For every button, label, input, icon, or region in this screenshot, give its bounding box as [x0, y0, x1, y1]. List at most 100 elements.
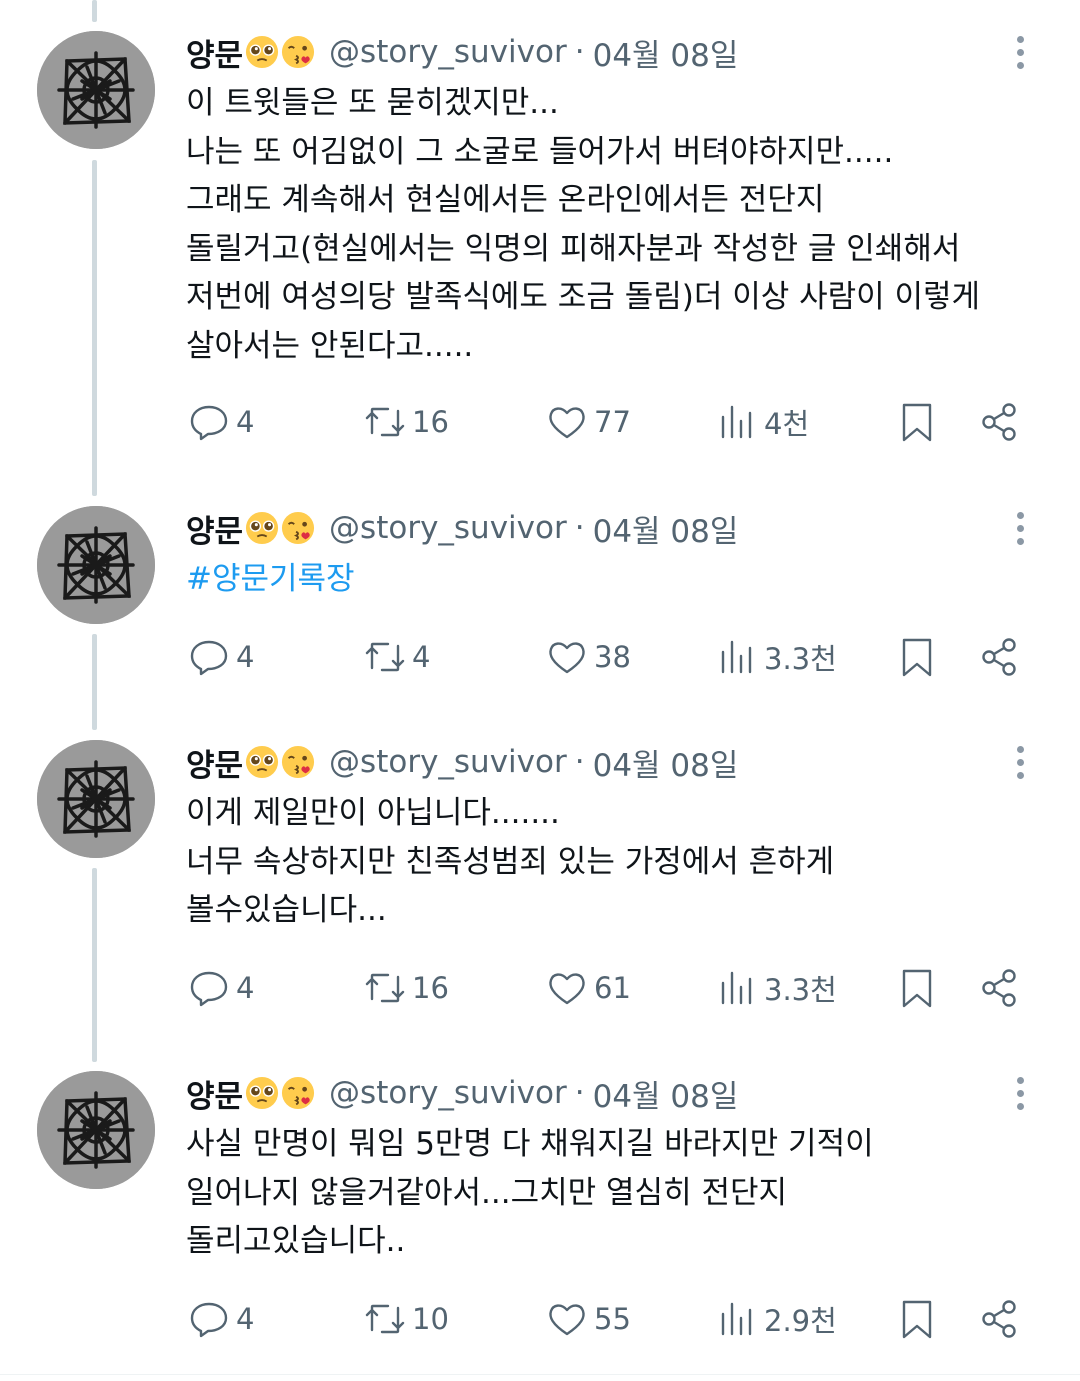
more-icon[interactable]	[1004, 27, 1036, 77]
bookmark-button[interactable]	[896, 633, 938, 681]
retweet-button[interactable]: 10	[364, 1295, 449, 1343]
tweet-date[interactable]: 04월 08일	[593, 30, 739, 75]
kiss-face-emoji	[281, 35, 315, 69]
views-icon	[721, 1302, 752, 1336]
views-button[interactable]: 3.3천	[716, 633, 837, 681]
pleading-face-emoji	[245, 1076, 279, 1110]
share-button[interactable]	[978, 964, 1020, 1012]
retweet-icon	[365, 407, 405, 437]
reply-icon	[190, 1302, 228, 1338]
like-button[interactable]: 55	[546, 1295, 631, 1343]
retweet-icon	[365, 973, 405, 1003]
like-icon	[549, 1304, 585, 1336]
views-count: 2.9천	[764, 1304, 837, 1338]
separator-dot: ·	[574, 34, 585, 70]
reply-count: 4	[236, 405, 255, 439]
share-button[interactable]	[978, 398, 1020, 446]
retweet-icon	[365, 1304, 405, 1334]
retweet-button[interactable]: 4	[364, 633, 430, 681]
views-icon	[721, 405, 752, 439]
retweet-button[interactable]: 16	[364, 398, 449, 446]
pleading-face-emoji	[245, 35, 279, 69]
divider	[0, 1374, 1080, 1375]
tweet-actions: 4 16 77 4천	[0, 398, 1080, 446]
views-button[interactable]: 3.3천	[716, 964, 837, 1012]
tweet-date[interactable]: 04월 08일	[593, 506, 739, 551]
share-button[interactable]	[978, 1295, 1020, 1343]
tweet-text: 이 트윗들은 또 묻히겠지만... 나는 또 어김없이 그 소굴로 들어가서 버…	[186, 85, 981, 364]
display-name[interactable]: 양문	[186, 30, 243, 75]
separator-dot: ·	[574, 744, 585, 780]
kiss-face-emoji	[281, 1076, 315, 1110]
display-name[interactable]: 양문	[186, 1071, 243, 1116]
user-handle[interactable]: @story_suvivor	[329, 510, 567, 546]
like-icon	[549, 642, 585, 674]
retweet-count: 16	[412, 971, 449, 1005]
reply-button[interactable]: 4	[188, 964, 254, 1012]
like-count: 77	[594, 405, 631, 439]
kiss-face-emoji	[281, 745, 315, 779]
tweet-actions: 4 10 55 2.9천	[0, 1295, 1080, 1343]
bookmark-button[interactable]	[896, 1295, 938, 1343]
views-button[interactable]: 4천	[716, 398, 809, 446]
avatar[interactable]	[37, 740, 155, 858]
views-button[interactable]: 2.9천	[716, 1295, 837, 1343]
share-icon	[982, 403, 1016, 441]
like-icon	[549, 407, 585, 439]
avatar[interactable]	[37, 31, 155, 149]
reply-icon	[190, 640, 228, 676]
kiss-face-emoji	[281, 511, 315, 545]
retweet-count: 4	[412, 640, 431, 674]
separator-dot: ·	[574, 510, 585, 546]
reply-icon	[190, 971, 228, 1007]
views-icon	[721, 640, 752, 674]
tweet[interactable]: 양문 @story_suvivor · 04월 08일 #양문기록장 4 4 3…	[0, 480, 1080, 710]
user-handle[interactable]: @story_suvivor	[329, 34, 567, 70]
share-icon	[982, 638, 1016, 676]
retweet-count: 10	[412, 1302, 449, 1336]
like-count: 61	[594, 971, 631, 1005]
reply-icon	[190, 405, 228, 441]
avatar[interactable]	[37, 1071, 155, 1189]
retweet-icon	[365, 642, 405, 672]
bookmark-button[interactable]	[896, 398, 938, 446]
tweet[interactable]: 양문 @story_suvivor · 04월 08일 이 트윗들은 또 묻히겠…	[0, 0, 1080, 480]
like-button[interactable]: 38	[546, 633, 631, 681]
tweet-actions: 4 16 61 3.3천	[0, 964, 1080, 1012]
bookmark-icon	[902, 403, 932, 442]
tweet-header: 양문 @story_suvivor · 04월 08일	[186, 1068, 738, 1118]
display-name[interactable]: 양문	[186, 740, 243, 785]
user-handle[interactable]: @story_suvivor	[329, 744, 567, 780]
retweet-count: 16	[412, 405, 449, 439]
more-icon[interactable]	[1004, 503, 1036, 553]
reply-button[interactable]: 4	[188, 633, 254, 681]
tweet-date[interactable]: 04월 08일	[593, 1071, 739, 1116]
tweet-header: 양문 @story_suvivor · 04월 08일	[186, 737, 738, 787]
separator-dot: ·	[574, 1075, 585, 1111]
pleading-face-emoji	[245, 745, 279, 779]
bookmark-icon	[902, 969, 932, 1008]
tweet[interactable]: 양문 @story_suvivor · 04월 08일 사실 만명이 뭐임 5만…	[0, 1040, 1080, 1374]
bookmark-icon	[902, 638, 932, 677]
reply-button[interactable]: 4	[188, 398, 254, 446]
like-button[interactable]: 61	[546, 964, 631, 1012]
reply-button[interactable]: 4	[188, 1295, 254, 1343]
more-icon[interactable]	[1004, 1068, 1036, 1118]
display-name[interactable]: 양문	[186, 506, 243, 551]
share-icon	[982, 1300, 1016, 1338]
like-icon	[549, 973, 585, 1005]
share-button[interactable]	[978, 633, 1020, 681]
like-button[interactable]: 77	[546, 398, 631, 446]
retweet-button[interactable]: 16	[364, 964, 449, 1012]
user-handle[interactable]: @story_suvivor	[329, 1075, 567, 1111]
more-icon[interactable]	[1004, 737, 1036, 787]
reply-count: 4	[236, 971, 255, 1005]
avatar[interactable]	[37, 506, 155, 624]
share-icon	[982, 969, 1016, 1007]
hashtag-link[interactable]: #양문기록장	[186, 555, 1056, 604]
pleading-face-emoji	[245, 511, 279, 545]
views-count: 4천	[764, 407, 810, 441]
bookmark-button[interactable]	[896, 964, 938, 1012]
tweet[interactable]: 양문 @story_suvivor · 04월 08일 이게 제일만이 아닙니다…	[0, 710, 1080, 1040]
tweet-date[interactable]: 04월 08일	[593, 740, 739, 785]
